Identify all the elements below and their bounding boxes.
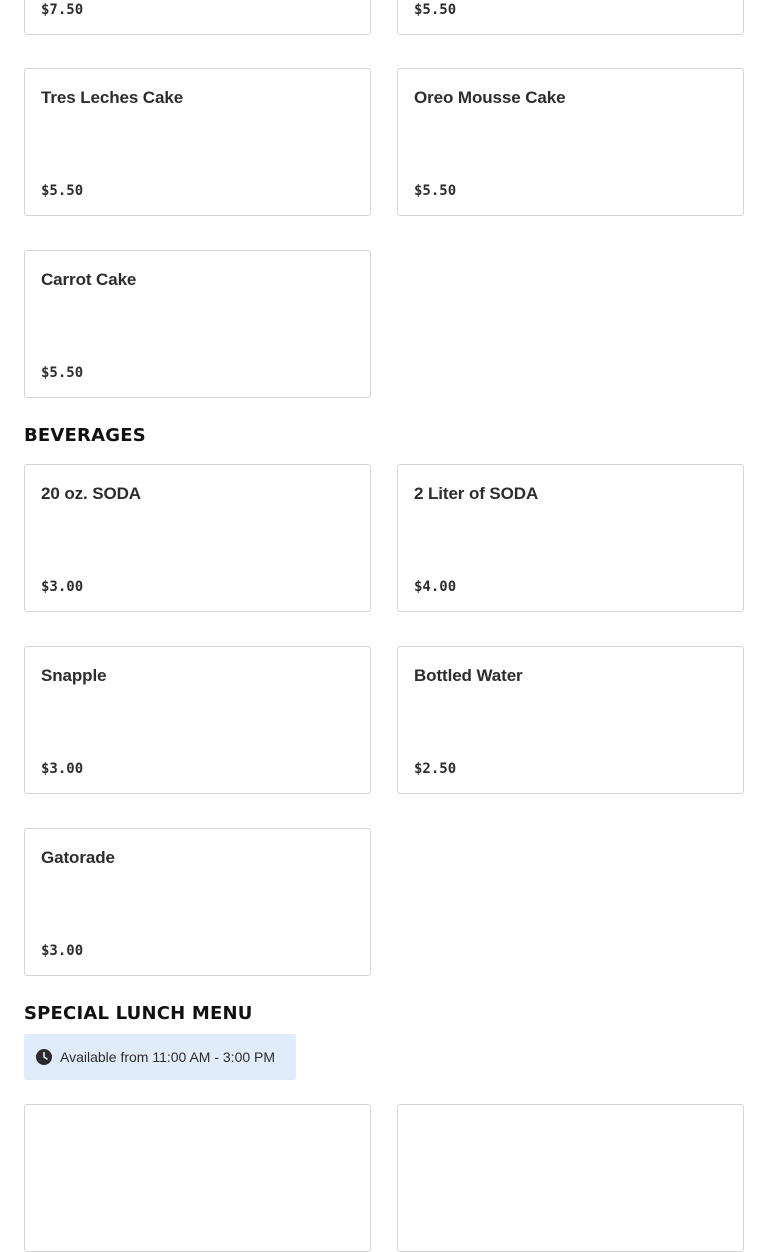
menu-item-card[interactable]: $7.50 (24, 0, 371, 35)
menu-item-card[interactable]: Oreo Mousse Cake $5.50 (397, 68, 744, 216)
section-title-special-lunch: SPECIAL LUNCH MENU (24, 1003, 253, 1024)
menu-item-price: $5.50 (41, 183, 84, 199)
availability-banner: Available from 11:00 AM - 3:00 PM (24, 1034, 296, 1080)
menu-item-card[interactable]: Snapple $3.00 (24, 646, 371, 794)
availability-text: Available from 11:00 AM - 3:00 PM (60, 1049, 276, 1065)
menu-item-price: $5.50 (41, 365, 84, 381)
menu-item-price: $2.50 (414, 761, 457, 777)
menu-item-price: $4.00 (414, 579, 457, 595)
menu-item-card[interactable]: Gatorade $3.00 (24, 828, 371, 976)
menu-item-price: $5.50 (414, 183, 457, 199)
menu-item-name: Tres Leches Cake (41, 88, 184, 107)
menu-item-card[interactable]: Bottled Water $2.50 (397, 646, 744, 794)
menu-item-card[interactable]: 2 Liter of SODA $4.00 (397, 464, 744, 612)
menu-item-name: Bottled Water (414, 666, 523, 685)
menu-item-price: $3.00 (41, 943, 84, 959)
menu-item-price: $3.00 (41, 761, 84, 777)
menu-item-name: 2 Liter of SODA (414, 484, 539, 503)
menu-item-name: Gatorade (41, 848, 115, 867)
menu-item-price: $5.50 (414, 2, 457, 18)
section-title-beverages: BEVERAGES (24, 425, 146, 446)
menu-item-card[interactable] (24, 1104, 371, 1252)
menu-item-name: 20 oz. SODA (41, 484, 141, 503)
menu-item-card[interactable]: Carrot Cake $5.50 (24, 250, 371, 398)
menu-item-card[interactable]: Tres Leches Cake $5.50 (24, 68, 371, 216)
menu-item-card[interactable]: $5.50 (397, 0, 744, 35)
menu-item-name: Oreo Mousse Cake (414, 88, 566, 107)
clock-icon (36, 1049, 52, 1065)
menu-item-price: $7.50 (41, 2, 84, 18)
menu-item-card[interactable]: 20 oz. SODA $3.00 (24, 464, 371, 612)
menu-item-name: Carrot Cake (41, 270, 137, 289)
menu-item-card[interactable] (397, 1104, 744, 1252)
menu-item-price: $3.00 (41, 579, 84, 595)
menu-item-name: Snapple (41, 666, 107, 685)
